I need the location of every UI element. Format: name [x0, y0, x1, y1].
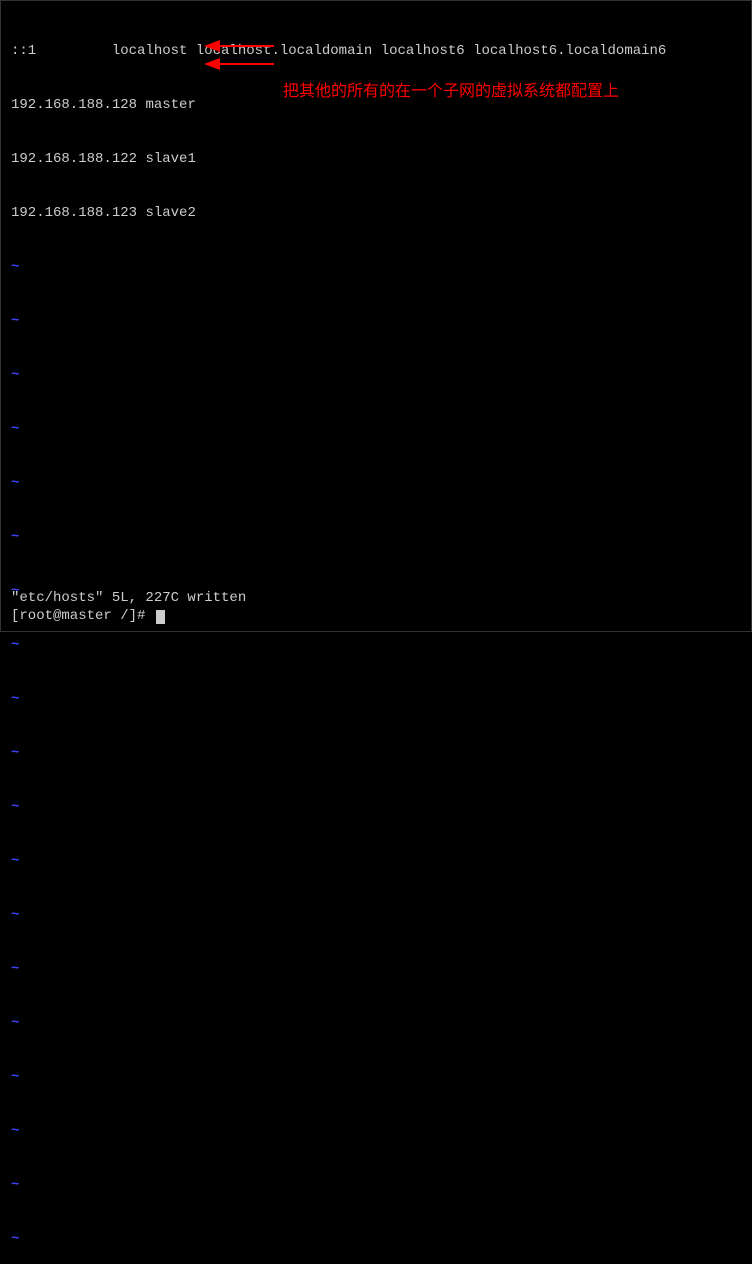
empty-line-tilde: ~ [11, 258, 741, 276]
shell-prompt[interactable]: [root@master /]# [11, 607, 165, 625]
empty-line-tilde: ~ [11, 420, 741, 438]
empty-line-tilde: ~ [11, 312, 741, 330]
hosts-line-localhost: ::1 localhost localhost.localdomain loca… [11, 42, 741, 60]
empty-line-tilde: ~ [11, 1068, 741, 1086]
empty-line-tilde: ~ [11, 744, 741, 762]
hosts-line-slave1: 192.168.188.122 slave1 [11, 150, 741, 168]
empty-line-tilde: ~ [11, 1230, 741, 1248]
empty-line-tilde: ~ [11, 1014, 741, 1032]
vim-status-line: "etc/hosts" 5L, 227C written [11, 589, 246, 607]
empty-line-tilde: ~ [11, 852, 741, 870]
empty-line-tilde: ~ [11, 1122, 741, 1140]
empty-line-tilde: ~ [11, 906, 741, 924]
empty-line-tilde: ~ [11, 528, 741, 546]
hosts-line-master: 192.168.188.128 master [11, 96, 741, 114]
empty-line-tilde: ~ [11, 798, 741, 816]
hosts-line-slave2: 192.168.188.123 slave2 [11, 204, 741, 222]
empty-line-tilde: ~ [11, 1176, 741, 1194]
empty-line-tilde: ~ [11, 690, 741, 708]
cursor-icon [156, 610, 165, 624]
terminal-window[interactable]: ::1 localhost localhost.localdomain loca… [1, 1, 751, 631]
empty-line-tilde: ~ [11, 636, 741, 654]
empty-line-tilde: ~ [11, 366, 741, 384]
empty-line-tilde: ~ [11, 960, 741, 978]
empty-line-tilde: ~ [11, 474, 741, 492]
